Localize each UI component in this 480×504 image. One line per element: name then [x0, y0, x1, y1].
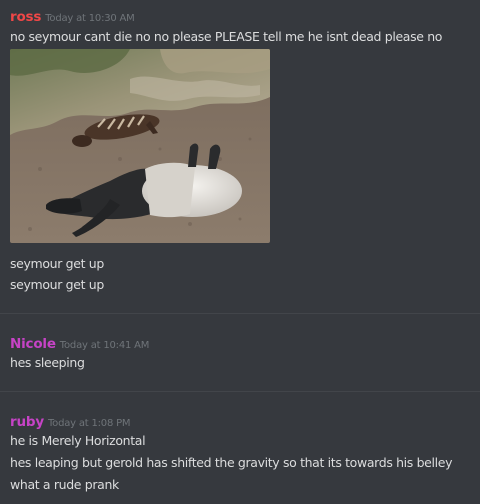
message-text: he is Merely Horizontal	[10, 433, 146, 448]
timestamp: Today at 1:08 PM	[47, 418, 131, 429]
message-text: hes sleeping	[10, 355, 85, 370]
message-group-ross: ross Today at 10:30 AM no seymour cant di…	[0, 0, 480, 310]
message-text: no seymour cant die no no please PLEASE …	[10, 29, 443, 44]
message-group-nicole: Nicole Today at 10:41 AM hes sleeping	[0, 325, 480, 385]
message-text: seymour get up	[10, 256, 104, 271]
username[interactable]: ross	[10, 9, 41, 25]
message-header: ross Today at 10:30 AM	[10, 6, 135, 25]
username[interactable]: ruby	[10, 414, 44, 430]
tapir-photo	[10, 49, 270, 243]
image-attachment[interactable]	[10, 49, 270, 243]
message-text: hes leaping but gerold has shifted the g…	[10, 455, 453, 470]
message-divider	[0, 313, 480, 314]
message-header: ruby Today at 1:08 PM	[10, 411, 131, 430]
username[interactable]: Nicole	[10, 336, 56, 352]
message-group-ruby: ruby Today at 1:08 PM he is Merely Horizo…	[0, 404, 480, 504]
timestamp: Today at 10:30 AM	[45, 13, 135, 24]
timestamp: Today at 10:41 AM	[59, 340, 150, 351]
message-text: seymour get up	[10, 277, 104, 292]
message-divider	[0, 391, 480, 392]
message-text: what a rude prank	[10, 477, 119, 492]
message-header: Nicole Today at 10:41 AM	[10, 333, 149, 352]
